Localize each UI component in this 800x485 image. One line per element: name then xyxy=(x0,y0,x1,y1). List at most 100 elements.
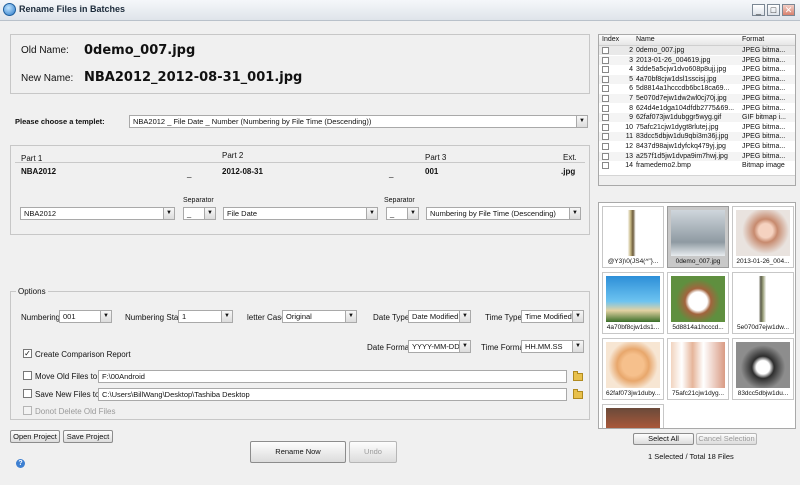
date-type-select-value: Date Modified xyxy=(412,312,459,321)
table-row[interactable]: 5 4a70bf8cjw1dsl1sscisj.jpg JPEG bitma... xyxy=(599,74,795,84)
part2-select[interactable]: File Date ▼ xyxy=(223,207,378,220)
date-type-select[interactable]: Date Modified ▼ xyxy=(408,310,471,323)
undo-button[interactable]: Undo xyxy=(349,441,397,463)
thumbnail-item[interactable]: 5d8814a1hcccd... xyxy=(667,272,729,334)
row-checkbox[interactable] xyxy=(602,162,609,170)
row-checkbox[interactable] xyxy=(602,75,609,83)
open-project-button[interactable]: Open Project xyxy=(10,430,60,443)
table-row[interactable]: 12 8437d98ajw1dyfckq479yj.jpg JPEG bitma..… xyxy=(599,142,795,151)
thumbnail-item[interactable]: 5e070d7ejw1dw... xyxy=(732,272,794,334)
date-format-select-value: YYYY-MM-DD xyxy=(412,342,460,351)
chevron-down-icon[interactable]: ▼ xyxy=(459,311,470,322)
index-column-header[interactable]: Index xyxy=(602,36,619,43)
thumbnail-item[interactable]: 62faf073jw1duby... xyxy=(602,338,664,400)
maximize-button[interactable]: □ xyxy=(767,4,780,16)
separator1-value: _ xyxy=(187,169,192,178)
chevron-down-icon[interactable]: ▼ xyxy=(204,208,215,219)
row-name: framedemo2.bmp xyxy=(636,162,691,170)
folder-icon[interactable] xyxy=(573,371,583,381)
create-report-checkbox[interactable]: ✓ xyxy=(23,349,32,358)
table-row[interactable]: 14 framedemo2.bmp Bitmap image xyxy=(599,161,795,170)
table-row[interactable]: 10 75afc21cjw1dygt8rlutej.jpg JPEG bitma..… xyxy=(599,123,795,132)
folder-icon[interactable] xyxy=(573,389,583,399)
chevron-down-icon[interactable]: ▼ xyxy=(345,311,356,322)
thumbnail-caption: @Y3)\0(JS4(^"}... xyxy=(607,258,659,265)
table-row[interactable]: 7 5e070d7ejw1dw2wl0cj70j.jpg JPEG bitma... xyxy=(599,94,795,103)
separator1-select[interactable]: _ ▼ xyxy=(183,207,216,220)
separator2-select[interactable]: _ ▼ xyxy=(386,207,419,220)
table-row[interactable]: 8 624d4e1dga104dfdb2775&69... JPEG bitma..… xyxy=(599,104,795,113)
thumbnail-item[interactable]: 75afc21cjw1dyg... xyxy=(667,338,729,400)
table-row[interactable]: 11 83dcc5dbjw1du9qbi3m36j.jpg JPEG bitma..… xyxy=(599,132,795,142)
part3-select[interactable]: Numbering by File Time (Descending) ▼ xyxy=(426,207,581,220)
thumbnail-caption: 5d8814a1hcccd... xyxy=(672,324,724,331)
letter-case-select[interactable]: Original ▼ xyxy=(282,310,357,323)
row-checkbox[interactable] xyxy=(602,95,609,102)
chevron-down-icon[interactable]: ▼ xyxy=(407,208,418,219)
numbering-start-select[interactable]: 1 ▼ xyxy=(178,310,233,323)
table-row[interactable]: 6 5d8814a1hcccdb6bc18ca69... JPEG bitma... xyxy=(599,84,795,93)
thumbnail-gallery[interactable]: @Y3)\0(JS4(^"}... 0demo_007.jpg 2013-01-26… xyxy=(598,202,796,429)
help-icon[interactable]: ? xyxy=(16,459,25,468)
format-column-header[interactable]: Format xyxy=(742,36,764,43)
row-checkbox[interactable] xyxy=(602,143,609,150)
ext-value: .jpg xyxy=(561,167,576,176)
table-row[interactable]: 3 2013-01-26_004619.jpg JPEG bitma... xyxy=(599,55,795,65)
table-row[interactable]: 4 3dde5a5cjw1dvo608p8ujj.jpg JPEG bitma... xyxy=(599,65,795,74)
new-name-value: NBA2012_2012-08-31_001.jpg xyxy=(84,70,303,85)
thumbnail-item[interactable]: 83dcc5dbjw1du... xyxy=(732,338,794,400)
template-select[interactable]: NBA2012 _ File Date _ Number (Numbering … xyxy=(129,115,588,128)
table-row[interactable]: 2 0demo_007.jpg JPEG bitma... xyxy=(599,46,795,55)
row-checkbox[interactable] xyxy=(602,85,609,93)
thumbnail-item[interactable]: 0demo_007.jpg xyxy=(667,206,729,268)
cancel-selection-button[interactable]: Cancel Selection xyxy=(696,433,757,445)
chevron-down-icon[interactable]: ▼ xyxy=(221,311,232,322)
chevron-down-icon[interactable]: ▼ xyxy=(100,311,111,322)
thumbnail-caption: 2013-01-26_004... xyxy=(736,258,790,265)
time-type-select[interactable]: Time Modified ▼ xyxy=(521,310,584,323)
minimize-button[interactable]: _ xyxy=(752,4,765,16)
chevron-down-icon[interactable]: ▼ xyxy=(366,208,377,219)
select-all-button[interactable]: Select All xyxy=(633,433,694,445)
save-new-files-path[interactable]: C:\Users\BillWang\Desktop\Tashiba Deskto… xyxy=(98,388,567,401)
save-project-button[interactable]: Save Project xyxy=(63,430,113,443)
time-format-select[interactable]: HH.MM.SS ▼ xyxy=(521,340,584,353)
row-checkbox[interactable] xyxy=(602,133,609,141)
thumbnail-caption: 83dcc5dbjw1du... xyxy=(737,390,789,397)
close-button[interactable]: ✕ xyxy=(782,4,795,16)
thumbnail-item[interactable]: 2013-01-26_004... xyxy=(732,206,794,268)
date-format-select[interactable]: YYYY-MM-DD ▼ xyxy=(408,340,471,353)
horizontal-scrollbar[interactable] xyxy=(599,175,795,185)
row-checkbox[interactable] xyxy=(602,104,609,112)
table-row[interactable]: 13 a257f1d5jw1dvpa9im7hwj.jpg JPEG bitma..… xyxy=(599,151,795,161)
chevron-down-icon[interactable]: ▼ xyxy=(569,208,580,219)
row-checkbox[interactable] xyxy=(602,152,609,160)
rename-now-button[interactable]: Rename Now xyxy=(250,441,346,463)
row-index: 11 xyxy=(625,133,633,141)
save-new-files-checkbox[interactable] xyxy=(23,389,32,398)
chevron-down-icon[interactable]: ▼ xyxy=(572,311,583,322)
table-row[interactable]: 9 62faf073jw1dubggr5wyg.gif GIF bitmap i..… xyxy=(599,113,795,123)
chevron-down-icon[interactable]: ▼ xyxy=(163,208,174,219)
row-checkbox[interactable] xyxy=(602,56,609,64)
row-checkbox[interactable] xyxy=(602,66,609,74)
part1-select[interactable]: NBA2012 ▼ xyxy=(20,207,175,220)
file-list-table[interactable]: Index Name Format 2 0demo_007.jpg JPEG bit… xyxy=(598,34,796,186)
row-checkbox[interactable] xyxy=(602,123,609,131)
dont-delete-checkbox[interactable] xyxy=(23,406,32,415)
name-column-header[interactable]: Name xyxy=(636,36,655,43)
part3-header: Part 3 xyxy=(425,153,447,162)
thumbnail-item[interactable]: @Y3)\0(JS4(^"}... xyxy=(602,206,664,268)
row-checkbox[interactable] xyxy=(602,114,609,122)
thumbnail-item[interactable] xyxy=(602,404,664,428)
numbering-select[interactable]: 001 ▼ xyxy=(59,310,112,323)
move-old-files-checkbox[interactable] xyxy=(23,371,32,380)
chevron-down-icon[interactable]: ▼ xyxy=(576,116,587,127)
row-name: 83dcc5dbjw1du9qbi3m36j.jpg xyxy=(636,133,729,141)
chevron-down-icon[interactable]: ▼ xyxy=(459,341,470,352)
options-panel: Options Numbering 001 ▼ Numbering Start … xyxy=(10,287,590,420)
thumbnail-item[interactable]: 4a70bf8cjw1ds1... xyxy=(602,272,664,334)
row-checkbox[interactable] xyxy=(602,47,609,54)
move-old-files-path[interactable]: F:\00Android xyxy=(98,370,567,383)
chevron-down-icon[interactable]: ▼ xyxy=(572,341,583,352)
